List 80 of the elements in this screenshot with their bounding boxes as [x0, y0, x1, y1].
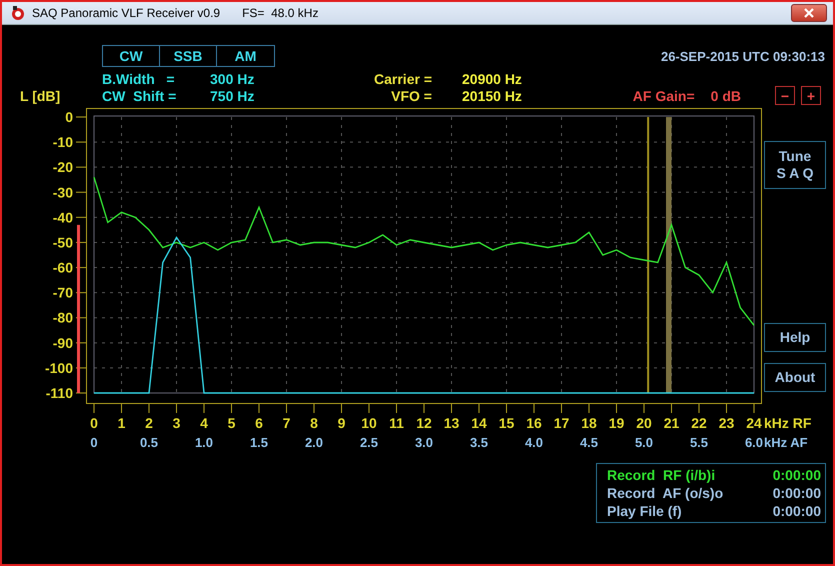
tick-label: 5 [228, 415, 236, 431]
setting-value: 300 Hz [210, 70, 256, 86]
tick-label: 15 [498, 415, 514, 431]
tick-label: 4.0 [524, 435, 544, 450]
help-button[interactable]: Help [764, 323, 826, 352]
recorder-label: Play File (f) [607, 503, 682, 519]
tick-label: 5.5 [690, 435, 708, 450]
tick-label: -30 [52, 184, 73, 200]
tick-label: 19 [608, 415, 624, 431]
tick-label: -90 [52, 334, 73, 351]
tick-label: 22 [691, 415, 707, 431]
tick-label: 5.0 [634, 435, 654, 450]
tick-label: 3.0 [414, 435, 434, 450]
tuning-label: Carrier = [373, 70, 432, 86]
gain-button[interactable]: + [801, 86, 821, 105]
tick-label: 17 [554, 415, 570, 431]
tick-label: 8 [310, 415, 318, 431]
tick-label: 21 [664, 415, 680, 431]
tick-label: 3.5 [470, 435, 488, 450]
tick-label: 10 [361, 415, 377, 431]
tick-label: 2.0 [304, 435, 324, 450]
date-time: 26-SEP-2015 UTC 09:30:13 [660, 48, 825, 64]
tick-label: -50 [52, 234, 73, 250]
gain-button[interactable]: − [775, 86, 795, 105]
tick-label: 9 [338, 415, 346, 431]
tick-label: -100 [44, 360, 73, 376]
tick-label: 18 [581, 415, 597, 431]
tuning-label: VFO = [390, 88, 432, 104]
close-button[interactable] [791, 4, 827, 22]
recorder-time: 0:00:00 [772, 467, 821, 483]
tick-label: 12 [416, 415, 432, 431]
tick-label: 0 [90, 435, 98, 450]
tick-label: -110 [46, 385, 73, 401]
window-title: SAQ Panoramic VLF Receiver v0.9 [32, 6, 220, 20]
tick-label: 7 [282, 415, 290, 431]
about-button[interactable]: About [764, 363, 826, 392]
recorder-label: Record RF (i/b)i [607, 467, 716, 483]
setting-value: 750 Hz [210, 88, 256, 104]
tick-label: 6.0 [744, 435, 764, 450]
tick-label: 0 [90, 415, 98, 431]
setting-label: CW Shift = [102, 88, 178, 104]
tick-label: 14 [471, 415, 487, 431]
axis-label: L [dB] [20, 88, 60, 104]
tick-label: -60 [52, 260, 73, 276]
tick-label: 0 [65, 109, 73, 125]
tick-label: 24 [746, 415, 762, 431]
tune-button[interactable]: Tune S A Q [764, 141, 826, 189]
tick-label: 3 [172, 415, 180, 431]
recorder-time: 0:00:00 [772, 485, 821, 501]
af-gain-value: 0 dB [710, 88, 741, 104]
recorder-time: 0:00:00 [772, 503, 821, 519]
tick-label: -10 [52, 134, 73, 150]
setting-label: B.Width = [102, 70, 176, 86]
tuning-value: 20150 Hz [462, 88, 523, 104]
af-gain-label: AF Gain= [632, 88, 695, 104]
tick-label: 20 [636, 415, 652, 431]
tick-label: 1 [118, 415, 126, 431]
tick-label: 11 [389, 415, 404, 431]
tick-label: -80 [52, 310, 73, 326]
axis-label: kHz RF [764, 415, 812, 431]
tick-label: -40 [52, 209, 73, 226]
tick-label: 16 [526, 415, 542, 431]
tick-label: 13 [444, 415, 460, 431]
tick-label: -20 [52, 159, 73, 176]
tick-label: 0.5 [140, 435, 158, 450]
tuning-value: 20900 Hz [462, 70, 523, 86]
recorder-label: Record AF (o/s)o [607, 485, 724, 501]
axis-label: kHz AF [764, 435, 808, 450]
app-icon [10, 5, 26, 21]
tick-label: 1.0 [194, 435, 214, 450]
tick-label: 4 [200, 415, 208, 431]
tick-label: 2 [145, 415, 153, 431]
tick-label: 4.5 [580, 435, 598, 450]
sample-rate-label: FS= 48.0 kHz [242, 6, 318, 20]
tick-label: 2.5 [360, 435, 378, 450]
tick-label: 1.5 [250, 435, 268, 450]
tick-label: 23 [718, 415, 734, 431]
tick-label: -70 [52, 284, 73, 301]
close-icon [804, 8, 814, 18]
tick-label: 6 [255, 415, 263, 431]
